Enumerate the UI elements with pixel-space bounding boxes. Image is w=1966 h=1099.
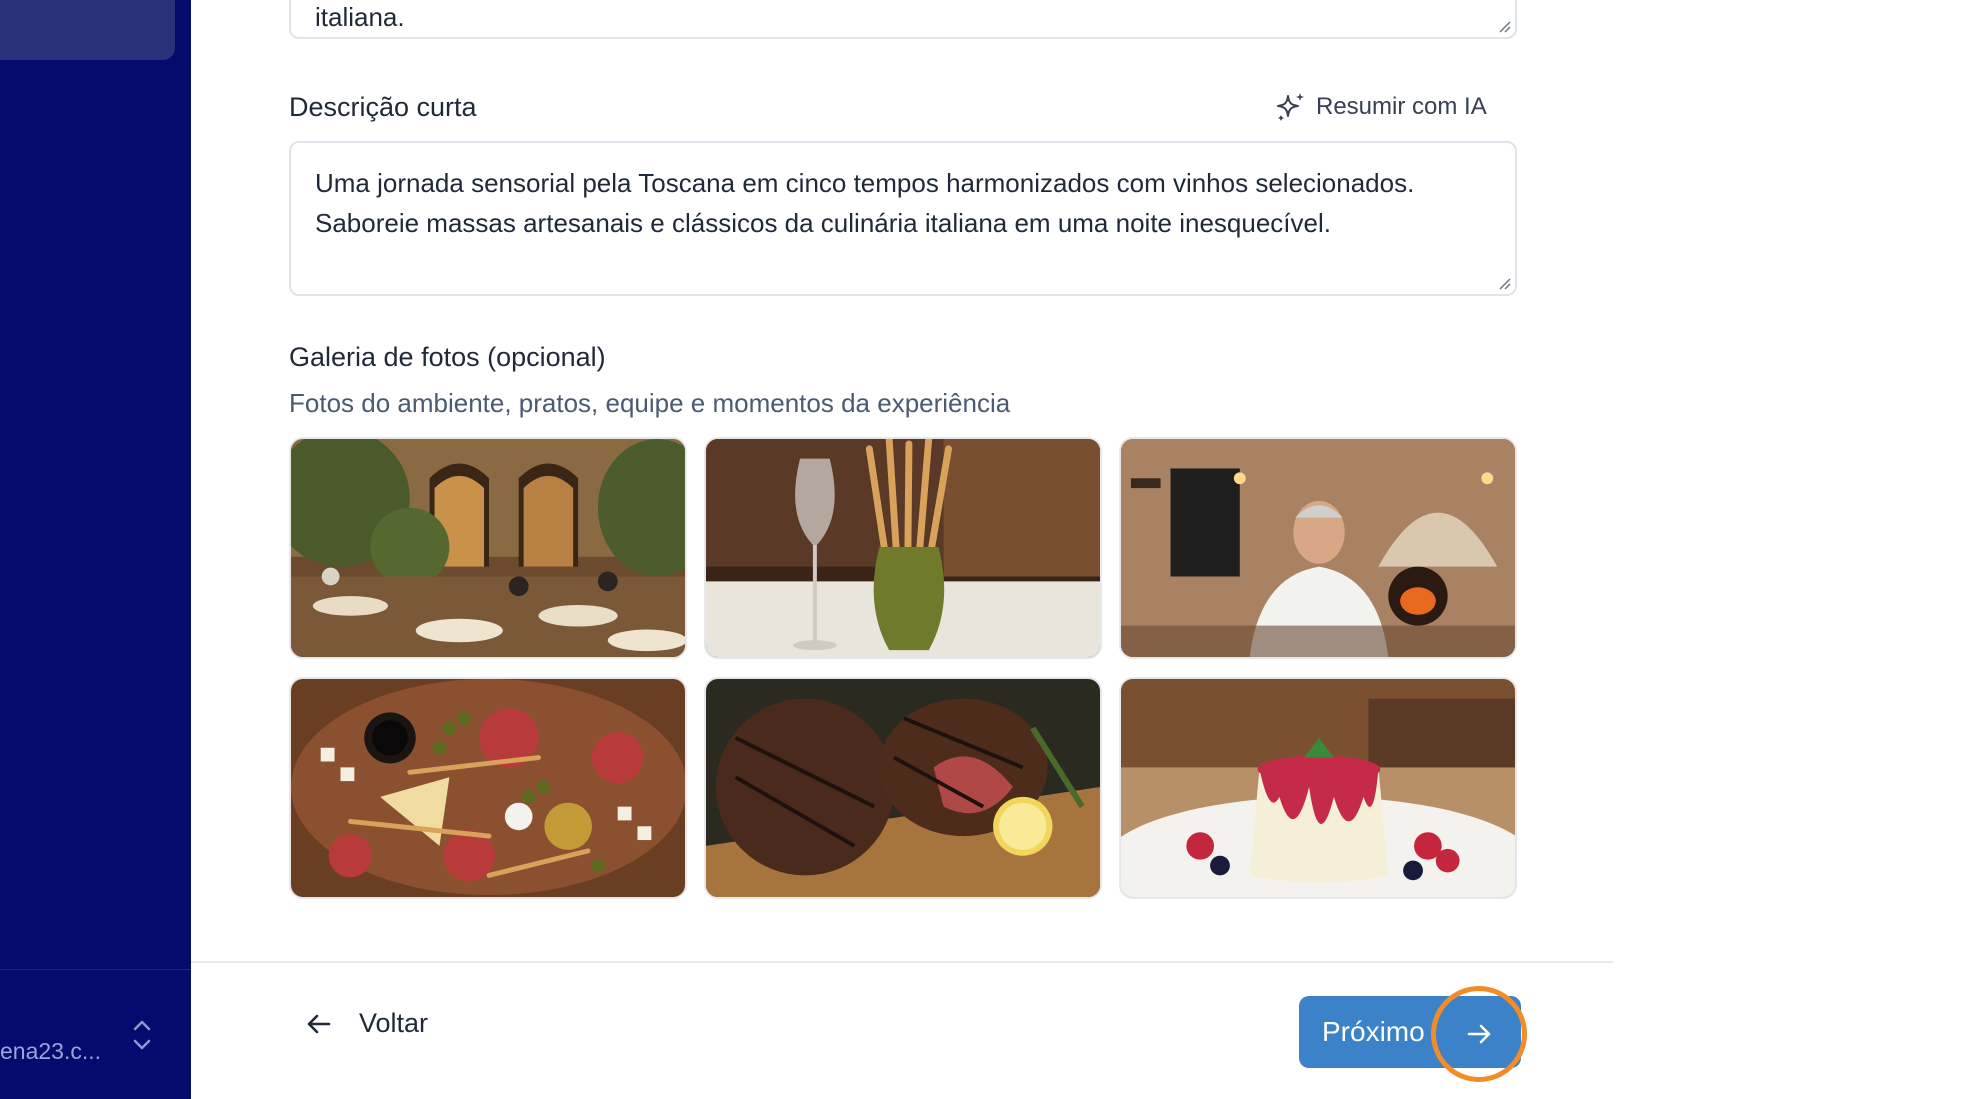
resize-grip-icon[interactable] <box>1497 19 1511 33</box>
chef-portrait-photo[interactable] <box>1119 437 1517 659</box>
sidebar-user-email[interactable]: ena23.c... <box>0 1038 101 1065</box>
next-button-label: Próximo <box>1322 1016 1425 1047</box>
summarize-ai-label: Resumir com IA <box>1316 93 1487 120</box>
sidebar: ena23.c... <box>0 0 191 1099</box>
gallery-help-text: Fotos do ambiente, pratos, equipe e mome… <box>289 388 1011 418</box>
short-description-textarea[interactable]: Uma jornada sensorial pela Toscana em ci… <box>289 141 1517 296</box>
short-description-text: Uma jornada sensorial pela Toscana em ci… <box>315 168 1415 238</box>
grilled-steak-photo[interactable] <box>704 677 1102 899</box>
restaurant-terrace-photo[interactable] <box>289 437 687 659</box>
summarize-ai-button[interactable]: Resumir com IA <box>1274 90 1487 124</box>
sparkles-icon <box>1277 93 1304 121</box>
next-button-focus-ring[interactable] <box>1431 986 1527 1082</box>
sidebar-divider <box>0 969 191 970</box>
short-description-label: Descrição curta <box>289 92 477 122</box>
gallery-label: Galeria de fotos (opcional) <box>289 342 606 372</box>
panna-cotta-photo[interactable] <box>1119 677 1517 899</box>
long-description-text: italiana. <box>315 2 405 32</box>
long-description-textarea[interactable]: italiana. <box>289 0 1517 39</box>
chevron-up-down-icon[interactable] <box>130 1018 154 1052</box>
arrow-left-icon <box>307 1014 331 1033</box>
footer-divider <box>191 961 1613 963</box>
wine-glass-breadsticks-photo[interactable] <box>704 437 1102 659</box>
sidebar-active-item[interactable] <box>0 0 175 60</box>
antipasto-board-photo[interactable] <box>289 677 687 899</box>
back-button[interactable]: Voltar <box>305 1008 428 1039</box>
back-button-label: Voltar <box>359 1008 429 1038</box>
resize-grip-icon[interactable] <box>1497 276 1511 290</box>
arrow-right-icon <box>1467 1024 1491 1044</box>
